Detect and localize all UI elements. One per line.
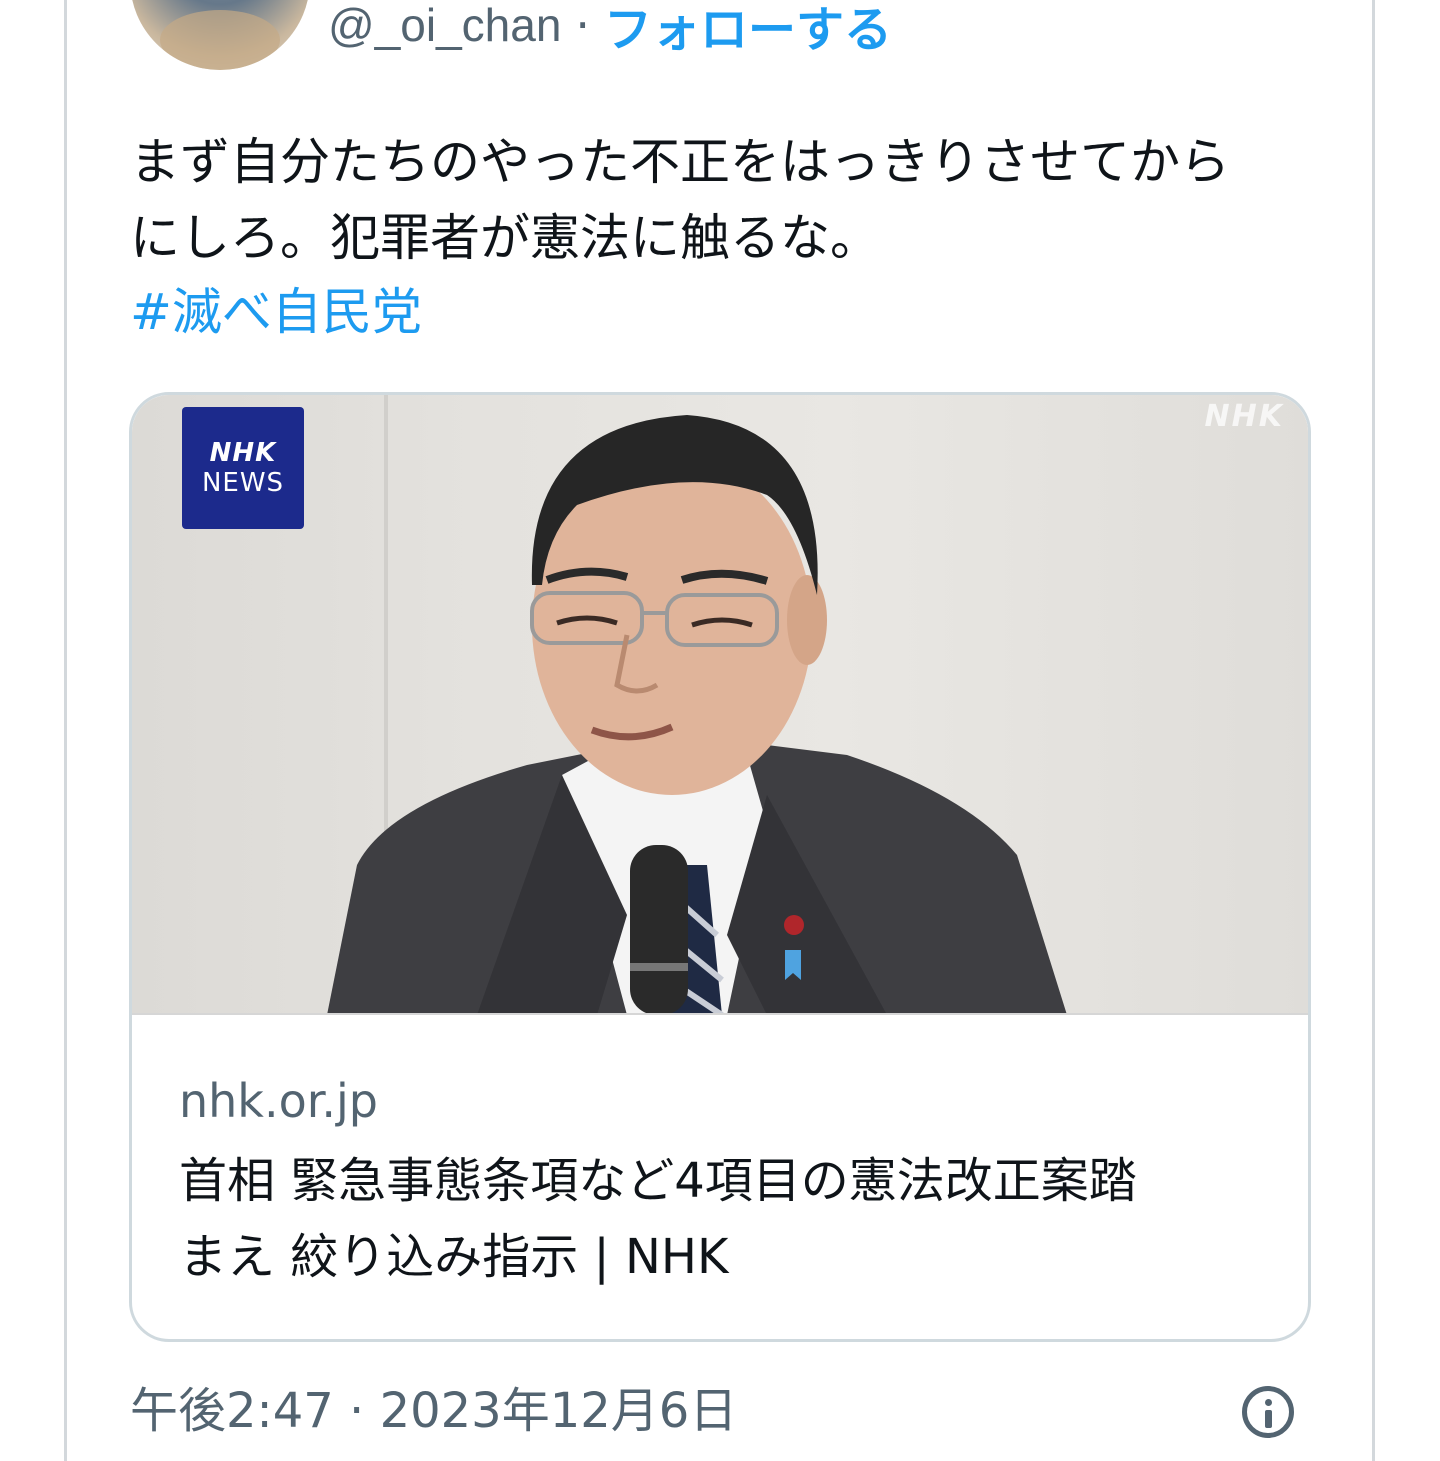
card-title: 首相 緊急事態条項など4項目の憲法改正案踏 まえ 絞り込み指示 | NHK [179,1143,1279,1295]
logo-line2: NEWS [201,468,285,498]
tweet-text-line: にしろ。犯罪者が憲法に触るな。 [130,209,880,267]
logo-line1: NHK [209,438,277,468]
info-icon-dot [1265,1399,1272,1406]
follow-button[interactable]: フォローする [604,0,892,60]
separator-dot: · [575,0,591,52]
card-domain: nhk.or.jp [179,1074,379,1128]
tweet-text: まず自分たちのやった不正をはっきりさせてから にしろ。犯罪者が憲法に触るな。 [130,124,1330,276]
info-icon-bar [1265,1410,1272,1428]
card-meta: nhk.or.jp 首相 緊急事態条項など4項目の憲法改正案踏 まえ 絞り込み指… [179,1063,1279,1295]
card-title-line: 首相 緊急事態条項など4項目の憲法改正案踏 [179,1153,1137,1209]
user-handle[interactable]: @_oi_chan [328,0,561,52]
tweet-timestamp[interactable]: 午後2:47 · 2023年12月6日 [130,1376,737,1446]
tweet-text-line: まず自分たちのやった不正をはっきりさせてから [130,133,1230,191]
tweet-header: @_oi_chan · フォローする [328,0,892,58]
news-photo-person [327,415,1067,1013]
link-preview-card[interactable]: NHK NEWS NHK nhk.or.jp 首相 緊急事態条項など4項目の憲法… [129,392,1311,1342]
card-title-line: まえ 絞り込み指示 | NHK [179,1229,729,1285]
nhk-watermark: NHK [1204,399,1284,434]
card-image[interactable]: NHK NEWS NHK [132,395,1308,1015]
hashtag-link[interactable]: #滅べ自民党 [130,274,422,350]
info-icon[interactable] [1242,1386,1294,1438]
nhk-news-logo: NHK NEWS [182,407,304,529]
